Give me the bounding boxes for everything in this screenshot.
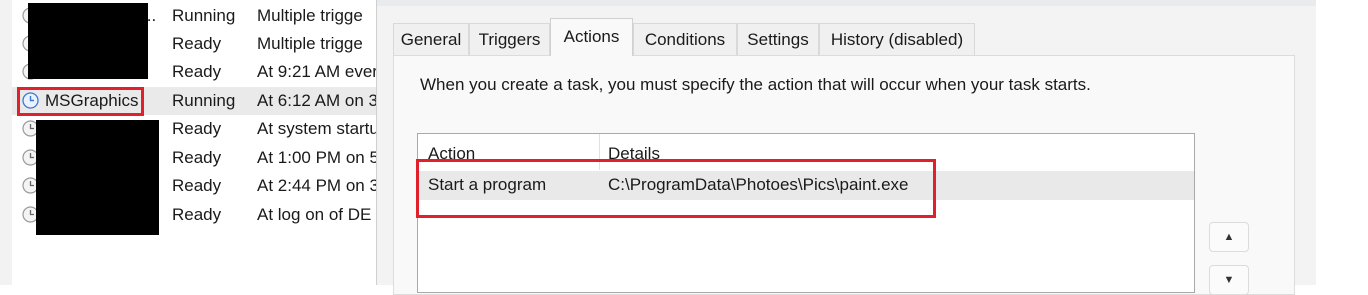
task-status: Ready (172, 62, 222, 81)
move-up-button[interactable]: ▲ (1209, 222, 1249, 252)
background-strip (1316, 0, 1368, 285)
tab-actions[interactable]: Actions (550, 18, 633, 56)
actions-description: When you create a task, you must specify… (420, 75, 1091, 94)
task-status: Ready (172, 176, 222, 195)
dialog-title-bar (377, 0, 1317, 6)
task-status: Ready (172, 34, 222, 53)
tab-settings[interactable]: Settings (737, 23, 819, 55)
task-trigger: At log on of DE (257, 205, 372, 224)
task-trigger: At system startu (257, 119, 376, 138)
tab-triggers[interactable]: Triggers (469, 23, 550, 55)
task-status: Ready (172, 205, 222, 224)
task-status: Ready (172, 148, 222, 167)
task-properties-dialog: General Triggers Actions Conditions Sett… (376, 0, 1317, 295)
tab-general[interactable]: General (393, 23, 469, 55)
task-status: Running (172, 6, 236, 25)
task-trigger: At 6:12 AM on 3 (257, 91, 376, 110)
task-trigger: At 1:00 PM on 5 (257, 148, 376, 167)
triangle-down-icon: ▼ (1223, 274, 1235, 286)
triangle-up-icon: ▲ (1223, 231, 1235, 243)
move-down-button[interactable]: ▼ (1209, 265, 1249, 295)
task-trigger: At 9:21 AM ever (257, 62, 376, 81)
task-trigger: At 2:44 PM on 3 (257, 176, 376, 195)
task-status: Ready (172, 119, 222, 138)
tab-history[interactable]: History (disabled) (819, 23, 975, 55)
redaction-block (28, 3, 148, 79)
task-name-highlight (17, 87, 144, 116)
tab-conditions[interactable]: Conditions (633, 23, 737, 55)
task-trigger: Multiple trigge (257, 34, 363, 53)
redaction-block (36, 120, 159, 235)
task-list: ... Running Multiple trigge Ready Multip… (12, 0, 376, 285)
action-row-highlight (416, 159, 936, 218)
task-status: Running (172, 91, 236, 110)
task-trigger: Multiple trigge (257, 6, 363, 25)
